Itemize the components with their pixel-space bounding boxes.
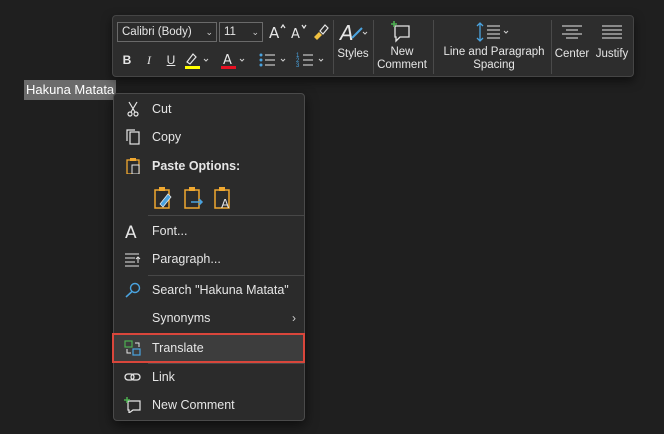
menu-item-new-comment[interactable]: New Comment bbox=[114, 392, 304, 418]
font-size-dropdown[interactable]: 11 ⌄ bbox=[219, 22, 263, 42]
clipboard-icon bbox=[126, 158, 140, 174]
new-comment-toolbar-button[interactable]: New Comment bbox=[375, 20, 429, 72]
shrink-font-icon: A bbox=[291, 24, 307, 42]
bullets-icon bbox=[259, 53, 286, 67]
toolbar-separator bbox=[333, 20, 334, 74]
menu-item-label: New Comment bbox=[152, 398, 235, 412]
toolbar-separator bbox=[373, 20, 374, 74]
menu-item-copy[interactable]: Copy bbox=[114, 124, 304, 150]
line-spacing-icon bbox=[476, 22, 509, 42]
new-comment-label-2: Comment bbox=[377, 59, 427, 71]
menu-item-translate[interactable]: Translate bbox=[114, 335, 304, 361]
menu-item-label: Synonyms bbox=[152, 311, 211, 325]
menu-item-paragraph[interactable]: Paragraph... bbox=[114, 246, 304, 272]
new-comment-label-1: New bbox=[390, 46, 414, 58]
grow-font-button[interactable]: A bbox=[267, 22, 287, 42]
svg-text:A: A bbox=[291, 27, 300, 42]
styles-label: Styles bbox=[337, 48, 369, 60]
line-spacing-button[interactable]: Line and Paragraph Spacing bbox=[441, 20, 547, 72]
selected-text[interactable]: Hakuna Matata bbox=[24, 80, 117, 100]
chevron-down-icon: ⌄ bbox=[251, 27, 259, 37]
translate-icon bbox=[124, 340, 141, 356]
paste-merge-formatting-icon[interactable] bbox=[182, 186, 204, 210]
menu-item-label: Font... bbox=[152, 224, 188, 238]
menu-separator bbox=[148, 215, 304, 216]
menu-separator bbox=[148, 275, 304, 276]
align-center-icon bbox=[562, 25, 582, 39]
menu-item-label: Search "Hakuna Matata" bbox=[152, 283, 289, 297]
menu-item-label: Paragraph... bbox=[152, 252, 221, 266]
grow-font-icon: A bbox=[269, 23, 286, 42]
line-spacing-label-2: Spacing bbox=[473, 59, 515, 71]
toolbar-separator bbox=[433, 20, 434, 74]
menu-item-label: Paste Options: bbox=[152, 159, 241, 173]
font-color-icon: A bbox=[221, 53, 245, 69]
numbering-button[interactable]: 123 bbox=[295, 50, 327, 70]
chevron-right-icon: › bbox=[292, 311, 296, 325]
copy-icon bbox=[126, 129, 140, 145]
new-comment-icon bbox=[391, 21, 410, 43]
numbering-icon: 123 bbox=[296, 53, 324, 69]
svg-text:A: A bbox=[338, 21, 354, 44]
format-painter-button[interactable] bbox=[310, 22, 330, 42]
search-icon bbox=[125, 282, 141, 298]
scissors-icon bbox=[127, 101, 139, 117]
font-size-value: 11 bbox=[224, 26, 236, 38]
menu-item-label: Cut bbox=[152, 102, 172, 116]
center-label: Center bbox=[554, 48, 590, 60]
bold-button[interactable]: B bbox=[119, 50, 135, 70]
line-spacing-label-1: Line and Paragraph bbox=[443, 46, 545, 58]
svg-text:A: A bbox=[221, 197, 230, 210]
menu-item-synonyms[interactable]: Synonyms › bbox=[114, 305, 304, 331]
underline-button[interactable]: U bbox=[163, 50, 179, 70]
font-name-dropdown[interactable]: Calibri (Body) ⌄ bbox=[117, 22, 217, 42]
menu-item-font[interactable]: A Font... bbox=[114, 218, 304, 244]
format-painter-icon bbox=[314, 24, 329, 40]
font-color-button[interactable]: A bbox=[219, 50, 247, 70]
styles-button[interactable]: A Styles bbox=[337, 20, 369, 61]
justify-button[interactable]: Justify bbox=[591, 20, 633, 61]
font-name-value: Calibri (Body) bbox=[122, 26, 192, 38]
center-button[interactable]: Center bbox=[551, 20, 593, 61]
svg-text:A: A bbox=[125, 223, 137, 239]
paragraph-icon bbox=[125, 253, 141, 267]
align-justify-icon bbox=[602, 25, 622, 39]
svg-text:A: A bbox=[223, 53, 232, 68]
paste-keep-formatting-icon[interactable] bbox=[152, 186, 174, 210]
highlight-color-button[interactable] bbox=[183, 50, 211, 70]
new-comment-icon bbox=[124, 397, 141, 413]
styles-icon: A bbox=[338, 21, 368, 44]
document-canvas: Hakuna Matata Calibri (Body) ⌄ 11 ⌄ A A … bbox=[0, 0, 664, 434]
menu-item-cut[interactable]: Cut bbox=[114, 96, 304, 122]
menu-item-paste-options: Paste Options: bbox=[114, 153, 304, 179]
shrink-font-button[interactable]: A bbox=[289, 22, 309, 42]
font-icon: A bbox=[125, 223, 137, 239]
menu-item-label: Translate bbox=[152, 341, 204, 355]
menu-item-search[interactable]: Search "Hakuna Matata" bbox=[114, 277, 304, 303]
link-icon bbox=[124, 373, 141, 381]
mini-toolbar: Calibri (Body) ⌄ 11 ⌄ A A B I U A 1 2 3 … bbox=[112, 15, 634, 77]
context-menu: Cut Copy Paste Options: A A Font... Para… bbox=[113, 93, 305, 421]
menu-item-label: Copy bbox=[152, 130, 182, 144]
menu-separator bbox=[148, 333, 304, 334]
highlighter-icon bbox=[185, 53, 209, 69]
italic-button[interactable]: I bbox=[141, 50, 157, 70]
chevron-down-icon: ⌄ bbox=[205, 27, 213, 37]
menu-item-link[interactable]: Link bbox=[114, 364, 304, 390]
bullets-button[interactable] bbox=[257, 50, 289, 70]
paste-text-only-icon[interactable]: A bbox=[212, 186, 234, 210]
menu-item-label: Link bbox=[152, 370, 175, 384]
svg-text:3: 3 bbox=[296, 63, 300, 69]
svg-text:A: A bbox=[269, 24, 280, 42]
justify-label: Justify bbox=[595, 48, 629, 60]
